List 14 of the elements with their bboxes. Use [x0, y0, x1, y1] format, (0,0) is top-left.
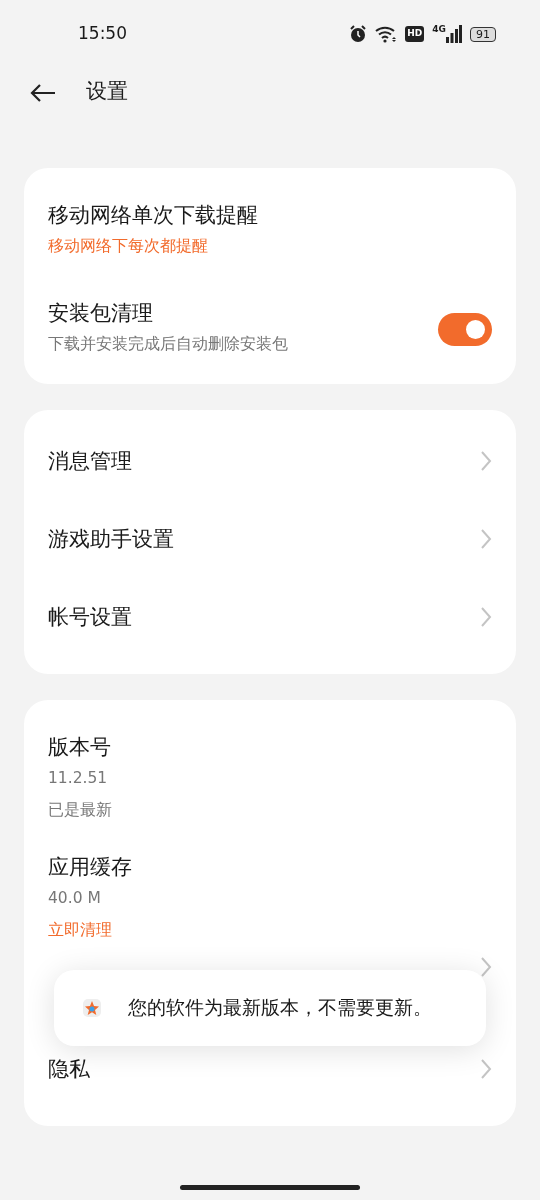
setting-subtitle: 已是最新 [48, 800, 112, 821]
toast-message: 您的软件为最新版本，不需要更新。 [128, 996, 432, 1021]
setting-title: 安装包清理 [48, 300, 154, 327]
setting-subtitle: 40.0 M [48, 888, 102, 909]
hd-indicator: HD [405, 26, 425, 42]
setting-title: 版本号 [48, 734, 112, 761]
status-time: 15:50 [78, 22, 127, 46]
setting-subtitle: 下载并安装完成后自动删除安装包 [48, 334, 288, 355]
setting-title: 移动网络单次下载提醒 [48, 202, 258, 229]
battery-level: 91 [470, 26, 496, 42]
network-type: 4G [432, 25, 446, 34]
page-title: 设置 [86, 78, 128, 106]
setting-title: 应用缓存 [48, 854, 132, 881]
setting-subtitle: 11.2.51 [48, 768, 109, 789]
